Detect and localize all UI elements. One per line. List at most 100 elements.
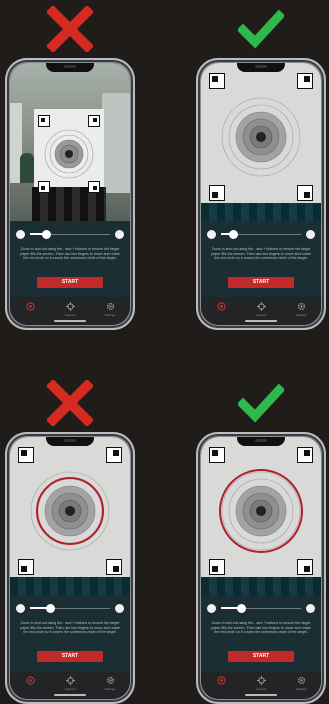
tab-label: Camera (64, 313, 76, 317)
start-button[interactable]: START (37, 651, 103, 662)
example-panel-correct-zoom: Zoom in and out using the - and + button… (196, 0, 326, 330)
target-icon (216, 676, 226, 685)
tab-settings[interactable]: Settings (286, 671, 316, 691)
target-icon (25, 302, 35, 311)
tab-label: Camera (64, 687, 76, 691)
zoom-slider[interactable] (221, 604, 301, 613)
example-panel-incorrect-circle: Zoom in and out using the - and + button… (5, 374, 135, 704)
corner-marker (88, 115, 100, 127)
example-panel-correct-circle: Zoom in and out using the - and + button… (196, 374, 326, 704)
tab-label: Settings (295, 687, 307, 691)
checkmark-icon (238, 9, 284, 49)
target-base (10, 577, 130, 595)
cross-icon (47, 380, 93, 426)
home-indicator (245, 694, 277, 696)
home-indicator (245, 320, 277, 322)
zoom-slider[interactable] (30, 230, 110, 239)
tab-target[interactable] (15, 297, 45, 313)
camera-view (201, 437, 321, 595)
target-rings (221, 97, 301, 177)
corner-marker (209, 447, 225, 463)
zoom-in-button[interactable] (306, 604, 315, 613)
instructions-text: Zoom in and out using the - and + button… (211, 247, 311, 261)
tab-camera[interactable]: Camera (246, 671, 276, 691)
start-button[interactable]: START (37, 277, 103, 288)
target-icon (25, 676, 35, 685)
start-button[interactable]: START (228, 651, 294, 662)
target-icon (216, 302, 226, 311)
control-panel: Zoom in and out using the - and + button… (201, 221, 321, 325)
gear-icon (106, 676, 114, 685)
zoom-out-button[interactable] (207, 230, 216, 239)
zoom-slider[interactable] (221, 230, 301, 239)
example-panel-incorrect-zoom: Zoom in and out using the - and + button… (5, 0, 135, 330)
tab-target[interactable] (206, 297, 236, 313)
control-panel: Zoom in and out using the - and + button… (10, 595, 130, 699)
tab-camera[interactable]: Camera (55, 671, 85, 691)
crosshair-icon (65, 302, 75, 311)
zoom-in-button[interactable] (115, 230, 124, 239)
target-base (201, 203, 321, 221)
corner-marker (209, 73, 225, 89)
camera-view (201, 63, 321, 221)
zoom-slider-thumb[interactable] (46, 604, 55, 613)
tab-label: Settings (104, 313, 116, 317)
corner-marker (18, 447, 34, 463)
tab-settings[interactable]: Settings (95, 297, 125, 317)
gear-icon (106, 302, 114, 311)
crosshair-icon (256, 676, 266, 685)
checkmark-icon (238, 383, 284, 423)
notch (46, 63, 94, 72)
corner-marker (38, 181, 50, 193)
instructions-text: Zoom in and out using the - and + button… (211, 621, 311, 635)
zoom-out-button[interactable] (16, 604, 25, 613)
instructions-text: Zoom in and out using the - and + button… (20, 247, 120, 261)
cross-icon (47, 6, 93, 52)
phone-screen: Zoom in and out using the - and + button… (10, 437, 130, 699)
notch (46, 437, 94, 446)
tab-target[interactable] (15, 671, 45, 687)
zoom-in-button[interactable] (306, 230, 315, 239)
target-rings (44, 129, 94, 179)
corner-marker (297, 559, 313, 575)
tab-target[interactable] (206, 671, 236, 687)
tab-camera[interactable]: Camera (55, 297, 85, 317)
zoom-slider-thumb[interactable] (42, 230, 51, 239)
instructions-text: Zoom in and out using the - and + button… (20, 621, 120, 635)
corner-marker (106, 447, 122, 463)
zoom-slider[interactable] (30, 604, 110, 613)
corner-marker (18, 559, 34, 575)
tab-camera[interactable]: Camera (246, 297, 276, 317)
zoom-slider-thumb[interactable] (229, 230, 238, 239)
corner-marker (297, 447, 313, 463)
camera-view (10, 437, 130, 595)
zoom-in-button[interactable] (115, 604, 124, 613)
phone-screen: Zoom in and out using the - and + button… (201, 437, 321, 699)
crosshair-icon (256, 302, 266, 311)
tab-label: Camera (255, 687, 267, 691)
alignment-circle[interactable] (219, 469, 303, 553)
corner-marker (38, 115, 50, 127)
corner-marker (297, 185, 313, 201)
tab-settings[interactable]: Settings (95, 671, 125, 691)
phone-screen: Zoom in and out using the - and + button… (10, 63, 130, 325)
gear-icon (297, 676, 305, 685)
zoom-slider-thumb[interactable] (237, 604, 246, 613)
start-button[interactable]: START (228, 277, 294, 288)
tab-label: Settings (104, 687, 116, 691)
phone-frame: Zoom in and out using the - and + button… (196, 58, 326, 330)
control-panel: Zoom in and out using the - and + button… (10, 221, 130, 325)
alignment-circle[interactable] (36, 477, 104, 545)
control-panel: Zoom in and out using the - and + button… (201, 595, 321, 699)
zoom-out-button[interactable] (16, 230, 25, 239)
zoom-out-button[interactable] (207, 604, 216, 613)
notch (237, 63, 285, 72)
phone-frame: Zoom in and out using the - and + button… (5, 58, 135, 330)
target-base (201, 577, 321, 595)
phone-screen: Zoom in and out using the - and + button… (201, 63, 321, 325)
phone-frame: Zoom in and out using the - and + button… (5, 432, 135, 704)
home-indicator (54, 320, 86, 322)
corner-marker (297, 73, 313, 89)
tab-settings[interactable]: Settings (286, 297, 316, 317)
phone-frame: Zoom in and out using the - and + button… (196, 432, 326, 704)
